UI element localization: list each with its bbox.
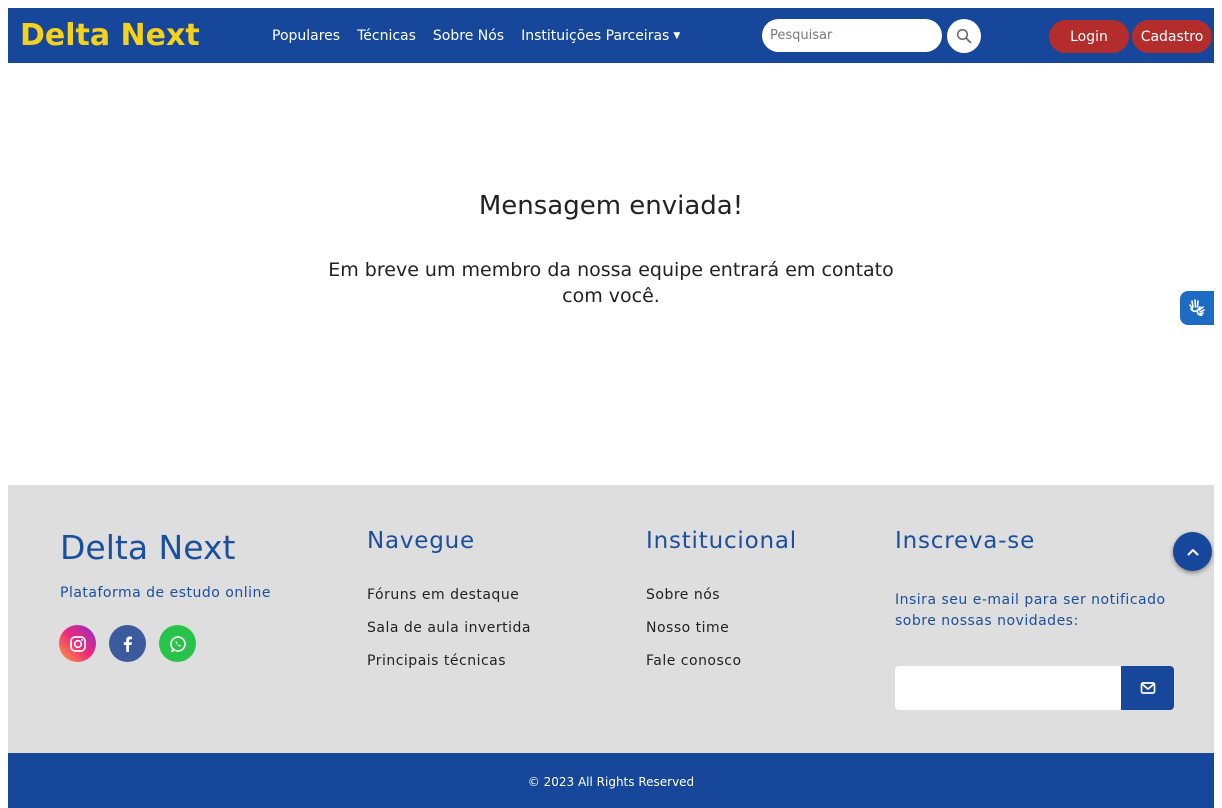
sign-language-hands-icon (1189, 299, 1205, 316)
footer-brand: Delta Next (60, 528, 236, 567)
whatsapp-link[interactable] (159, 625, 196, 662)
search-button[interactable] (947, 19, 981, 53)
copyright-text: © 2023 All Rights Reserved (527, 775, 695, 789)
facebook-icon (123, 636, 132, 652)
instagram-icon (69, 635, 86, 652)
message-body: Em breve um membro da nossa equipe entra… (328, 259, 894, 307)
footer-link-forums[interactable]: Fóruns em destaque (367, 587, 519, 603)
search-icon (956, 28, 972, 44)
footer-heading-institutional: Institucional (646, 528, 797, 554)
nav-dropdown-label: Instituições Parceiras (521, 28, 670, 44)
message-title: Mensagem enviada! (478, 191, 744, 221)
page: Delta Next Populares Técnicas Sobre Nós … (8, 8, 1214, 808)
facebook-link[interactable] (109, 625, 146, 662)
footer-link-flipped-classroom[interactable]: Sala de aula invertida (367, 620, 531, 636)
footer-tagline: Plataforma de estudo online (60, 585, 271, 601)
signup-button[interactable]: Cadastro (1132, 20, 1212, 53)
nav-link-populares[interactable]: Populares (272, 26, 340, 46)
search-input[interactable] (762, 19, 942, 52)
accessibility-button[interactable] (1180, 291, 1214, 325)
newsletter-email-input[interactable] (895, 666, 1123, 710)
navbar: Delta Next Populares Técnicas Sobre Nós … (8, 8, 1214, 63)
whatsapp-icon (169, 635, 186, 652)
chevron-up-icon (1187, 548, 1198, 555)
back-to-top-button[interactable] (1173, 532, 1212, 571)
footer-heading-subscribe: Inscreva-se (895, 528, 1036, 554)
footer-link-techniques[interactable]: Principais técnicas (367, 653, 506, 669)
envelope-icon (1140, 682, 1155, 694)
footer: Delta Next Plataforma de estudo online N… (8, 485, 1214, 753)
instagram-link[interactable] (59, 625, 96, 662)
newsletter-submit-button[interactable] (1121, 666, 1174, 710)
nav-links: Populares Técnicas Sobre Nós Instituiçõe… (272, 26, 697, 46)
footer-heading-navigate: Navegue (367, 528, 475, 554)
nav-dropdown-instituicoes[interactable]: Instituições Parceiras ▼ (521, 26, 680, 46)
nav-link-sobre-nos[interactable]: Sobre Nós (433, 26, 504, 46)
login-button[interactable]: Login (1049, 20, 1129, 53)
newsletter-description: Insira seu e-mail para ser notificado so… (895, 592, 1166, 629)
caret-down-icon: ▼ (673, 31, 681, 41)
brand-logo[interactable]: Delta Next (20, 16, 200, 56)
copyright-bar: © 2023 All Rights Reserved (8, 753, 1214, 808)
footer-link-contact[interactable]: Fale conosco (646, 653, 742, 669)
footer-link-team[interactable]: Nosso time (646, 620, 729, 636)
nav-link-tecnicas[interactable]: Técnicas (357, 26, 416, 46)
footer-link-about[interactable]: Sobre nós (646, 587, 720, 603)
